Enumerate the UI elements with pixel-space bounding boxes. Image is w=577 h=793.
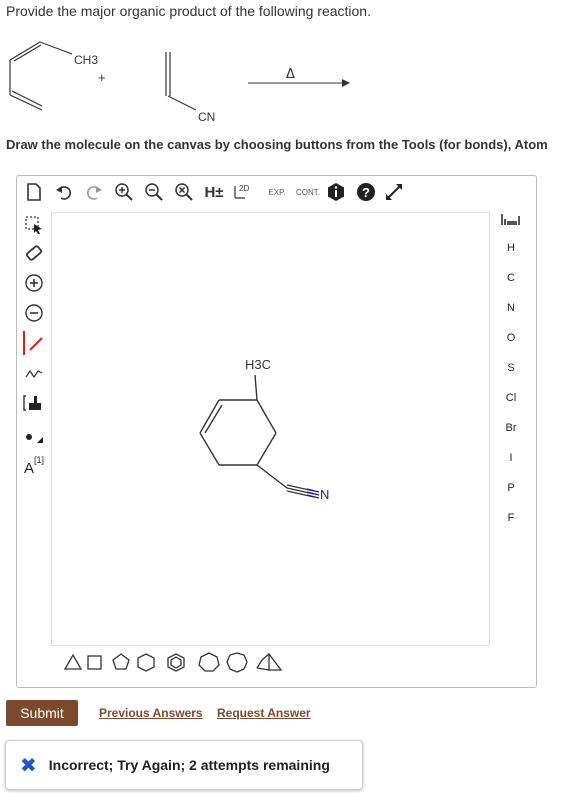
triple-bond <box>286 484 320 499</box>
incorrect-x-icon: ✖ <box>20 754 37 777</box>
plus-sign: + <box>98 70 106 85</box>
reaction-arrow <box>248 79 350 87</box>
atom-f-button[interactable]: F <box>491 512 531 534</box>
atom-s-button[interactable]: S <box>491 362 531 384</box>
atom-label-letter: A <box>23 459 34 477</box>
chain-tool-icon[interactable] <box>19 360 49 386</box>
eraser-icon[interactable] <box>19 240 49 266</box>
nitrile-bond <box>256 464 288 489</box>
cyclobutane-template-icon[interactable] <box>87 655 102 670</box>
single-bond-tool-icon[interactable] <box>19 330 49 356</box>
ring-templates <box>63 652 283 673</box>
clean-2d-button[interactable]: 2D <box>233 181 259 203</box>
diene-structure <box>9 41 73 111</box>
chair-template-icon[interactable] <box>256 653 283 671</box>
heat-condition: Δ <box>286 67 295 82</box>
molecule-editor: H± 2D EXP. CONT. ? A [1] H3C N H C N O S… <box>16 175 537 688</box>
methyl-bond <box>254 374 258 401</box>
new-file-icon[interactable] <box>23 181 45 203</box>
hydrogen-toggle-button[interactable]: H± <box>201 181 227 203</box>
redo-icon[interactable] <box>83 181 105 203</box>
product-molecule: H3C N <box>199 357 329 502</box>
clean-2d-label: 2D <box>239 184 249 193</box>
atom-c-button[interactable]: C <box>491 272 531 294</box>
ring-bond <box>199 399 220 434</box>
submit-button[interactable]: Submit <box>6 700 78 726</box>
radical-tool-icon[interactable] <box>19 422 49 448</box>
previous-answers-link[interactable]: Previous Answers <box>99 706 203 720</box>
benzene-template-icon[interactable] <box>167 653 185 672</box>
template-tool-icon[interactable] <box>19 390 49 416</box>
zoom-out-icon[interactable] <box>143 181 165 203</box>
methyl-label: CH3 <box>74 53 98 67</box>
drawing-canvas[interactable]: H3C N <box>51 212 490 646</box>
expand-button[interactable]: EXP. <box>263 181 291 203</box>
zoom-in-icon[interactable] <box>113 181 135 203</box>
cyclohexane-template-icon[interactable] <box>137 653 155 672</box>
select-tool-icon[interactable] <box>19 212 49 238</box>
instructions-text: Draw the molecule on the canvas by choos… <box>6 137 548 152</box>
reaction-scheme: CH3 + CN Δ <box>9 41 350 124</box>
atom-h-button[interactable]: H <box>491 242 531 264</box>
nitrogen-atom-label: N <box>320 487 329 502</box>
undo-icon[interactable] <box>53 181 75 203</box>
cycloheptane-template-icon[interactable] <box>198 652 220 672</box>
question-text: Provide the major organic product of the… <box>6 3 371 19</box>
atom-o-button[interactable]: O <box>491 332 531 354</box>
acrylonitrile-structure <box>165 52 197 111</box>
cyclopentane-template-icon[interactable] <box>112 653 130 670</box>
zoom-reset-icon[interactable] <box>173 181 195 203</box>
editor-toolbar: H± 2D EXP. CONT. ? <box>17 176 536 208</box>
positive-charge-icon[interactable] <box>19 270 49 296</box>
info-icon[interactable] <box>325 181 347 203</box>
contract-button[interactable]: CONT. <box>293 181 323 203</box>
request-answer-link[interactable]: Request Answer <box>217 706 311 720</box>
atom-label-index: [1] <box>34 455 45 465</box>
nitrile-label: CN <box>198 110 215 124</box>
periodic-table-icon[interactable] <box>491 212 531 234</box>
feedback-message: Incorrect; Try Again; 2 attempts remaini… <box>48 757 330 773</box>
atom-label-tool[interactable]: A [1] <box>19 448 49 480</box>
feedback-box: ✖ Incorrect; Try Again; 2 attempts remai… <box>5 740 363 790</box>
ring-bond <box>256 432 277 466</box>
methyl-group-label: H3C <box>245 357 271 372</box>
ring-bond <box>256 399 277 434</box>
negative-charge-icon[interactable] <box>19 300 49 326</box>
atom-p-button[interactable]: P <box>491 482 531 504</box>
cyclooctane-template-icon[interactable] <box>226 652 248 673</box>
atom-i-button[interactable]: I <box>491 452 531 474</box>
atom-cl-button[interactable]: Cl <box>491 392 531 414</box>
ring-bond <box>199 432 220 466</box>
fullscreen-icon[interactable] <box>383 181 405 203</box>
atom-br-button[interactable]: Br <box>491 422 531 444</box>
atom-n-button[interactable]: N <box>491 302 531 324</box>
svg-text:?: ? <box>362 185 370 200</box>
help-icon[interactable]: ? <box>355 181 377 203</box>
cyclopropane-template-icon[interactable] <box>63 653 83 670</box>
